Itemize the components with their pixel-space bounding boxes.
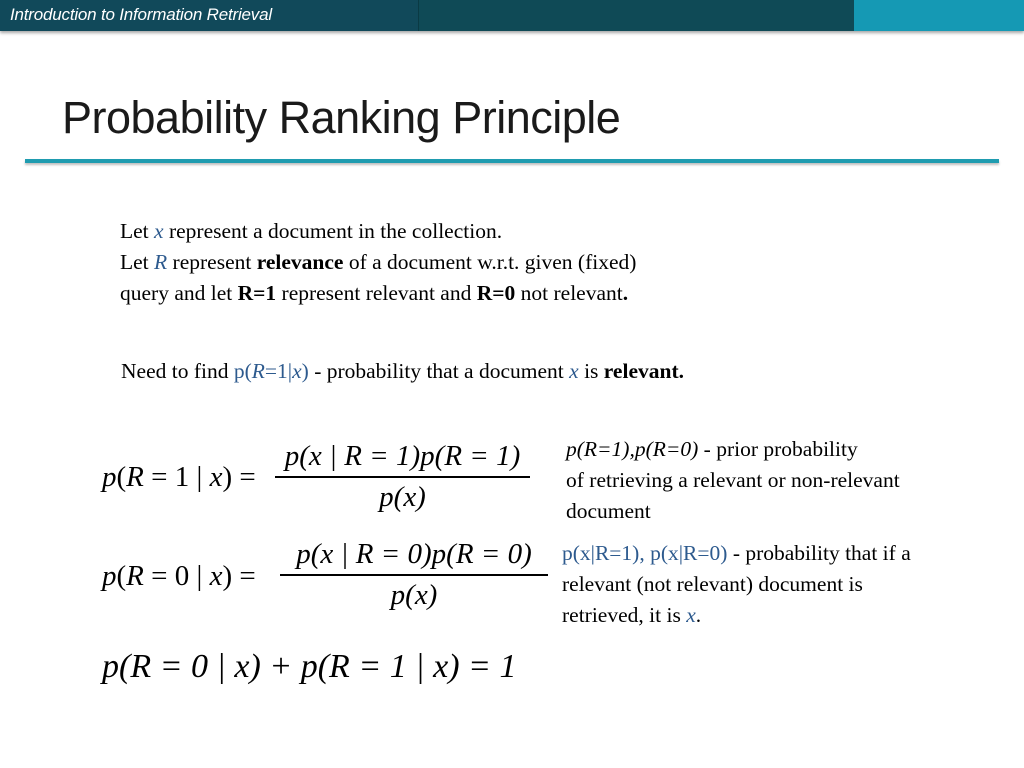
equation-2-numerator: p(x | R = 0)p(R = 0) bbox=[296, 538, 532, 570]
text: p( bbox=[233, 359, 252, 383]
text: of a document w.r.t. given (fixed) bbox=[343, 250, 637, 274]
var-R: R bbox=[154, 250, 168, 274]
slide-title: Probability Ranking Principle bbox=[62, 92, 621, 143]
text: - prior probability bbox=[698, 437, 858, 461]
intro-line-3: query and let R=1 represent relevant and… bbox=[120, 278, 636, 309]
equation-2-fraction: p(x | R = 0)p(R = 0) p(x) bbox=[280, 538, 548, 612]
prior-expression: p(R=1),p(R=0) bbox=[566, 437, 699, 461]
var-x: x bbox=[154, 219, 164, 243]
var-x: x bbox=[292, 359, 302, 383]
equation-1-lhs: p(R = 1 | x) = bbox=[102, 461, 256, 494]
text: =1| bbox=[264, 359, 293, 383]
equation-1-numerator: p(x | R = 1)p(R = 1) bbox=[284, 440, 521, 472]
likelihood-note: p(x|R=1), p(x|R=0) - probability that if… bbox=[562, 538, 1002, 631]
text: retrieved, it is bbox=[562, 603, 687, 627]
text: p bbox=[102, 461, 117, 493]
bold-dot: . bbox=[622, 281, 629, 305]
intro-line-2: Let R represent relevance of a document … bbox=[120, 247, 636, 278]
note-line: p(x|R=1), p(x|R=0) - probability that if… bbox=[562, 538, 1002, 569]
equation-3: p(R = 0 | x) + p(R = 1 | x) = 1 bbox=[102, 648, 517, 685]
text: Let bbox=[120, 250, 155, 274]
equation-2-denominator: p(x) bbox=[390, 578, 438, 611]
bold-relevance: relevance bbox=[256, 250, 344, 274]
note-line: retrieved, it is x. bbox=[562, 600, 1002, 631]
text: ) bbox=[301, 359, 309, 383]
intro-line-1: Let x represent a document in the collec… bbox=[120, 216, 636, 247]
note-line: document bbox=[566, 499, 651, 523]
fraction-bar bbox=[275, 476, 530, 478]
text: ) = bbox=[222, 560, 256, 592]
var-x: x bbox=[686, 603, 696, 627]
fraction-bar bbox=[280, 574, 548, 576]
text: Need to find bbox=[121, 359, 234, 383]
text: p bbox=[102, 560, 117, 592]
text: x bbox=[209, 461, 223, 493]
text: represent a document in the collection. bbox=[163, 219, 503, 243]
course-title: Introduction to Information Retrieval bbox=[10, 5, 272, 24]
likelihood-expression: p(x|R=1), p(x|R=0) bbox=[562, 541, 728, 565]
text: . bbox=[695, 603, 702, 627]
text: is bbox=[578, 359, 604, 383]
text: ) = bbox=[222, 461, 256, 493]
text: Let bbox=[120, 219, 155, 243]
text: = 1 | bbox=[143, 461, 210, 493]
header-divider bbox=[418, 0, 419, 31]
equation-1-fraction: p(x | R = 1)p(R = 1) p(x) bbox=[275, 440, 530, 514]
text: - probability that a document bbox=[308, 359, 570, 383]
prior-probability-note: p(R=1),p(R=0) - prior probability of ret… bbox=[566, 434, 986, 527]
var-x: x bbox=[569, 359, 579, 383]
text: not relevant bbox=[515, 281, 623, 305]
text: R bbox=[126, 560, 144, 592]
text: query and let bbox=[120, 281, 238, 305]
need-statement: Need to find p(R=1|x) - probability that… bbox=[121, 356, 684, 387]
var-R: R bbox=[251, 359, 265, 383]
equation-1-denominator: p(x) bbox=[379, 480, 426, 513]
text: = 0 | bbox=[143, 560, 210, 592]
note-line: p(R=1),p(R=0) - prior probability bbox=[566, 434, 986, 465]
note-line: of retrieving a relevant or non-relevant bbox=[566, 468, 900, 492]
text: - probability that if a bbox=[727, 541, 911, 565]
bold-relevant: relevant. bbox=[603, 359, 684, 383]
text: ( bbox=[116, 461, 127, 493]
text: represent relevant and bbox=[276, 281, 477, 305]
title-divider bbox=[25, 159, 999, 163]
header-segment-accent bbox=[854, 0, 1024, 31]
bold-r0: R=0 bbox=[476, 281, 516, 305]
need-expression: p(R=1|x) bbox=[234, 359, 309, 383]
intro-paragraph: Let x represent a document in the collec… bbox=[120, 216, 636, 309]
text: ( bbox=[116, 560, 127, 592]
note-line: relevant (not relevant) document is bbox=[562, 572, 863, 596]
text: x bbox=[209, 560, 223, 592]
equation-2-lhs: p(R = 0 | x) = bbox=[102, 560, 256, 593]
bold-r1: R=1 bbox=[237, 281, 277, 305]
text: R bbox=[126, 461, 144, 493]
text: represent bbox=[167, 250, 257, 274]
header-bar: Introduction to Information Retrieval bbox=[0, 0, 1024, 31]
